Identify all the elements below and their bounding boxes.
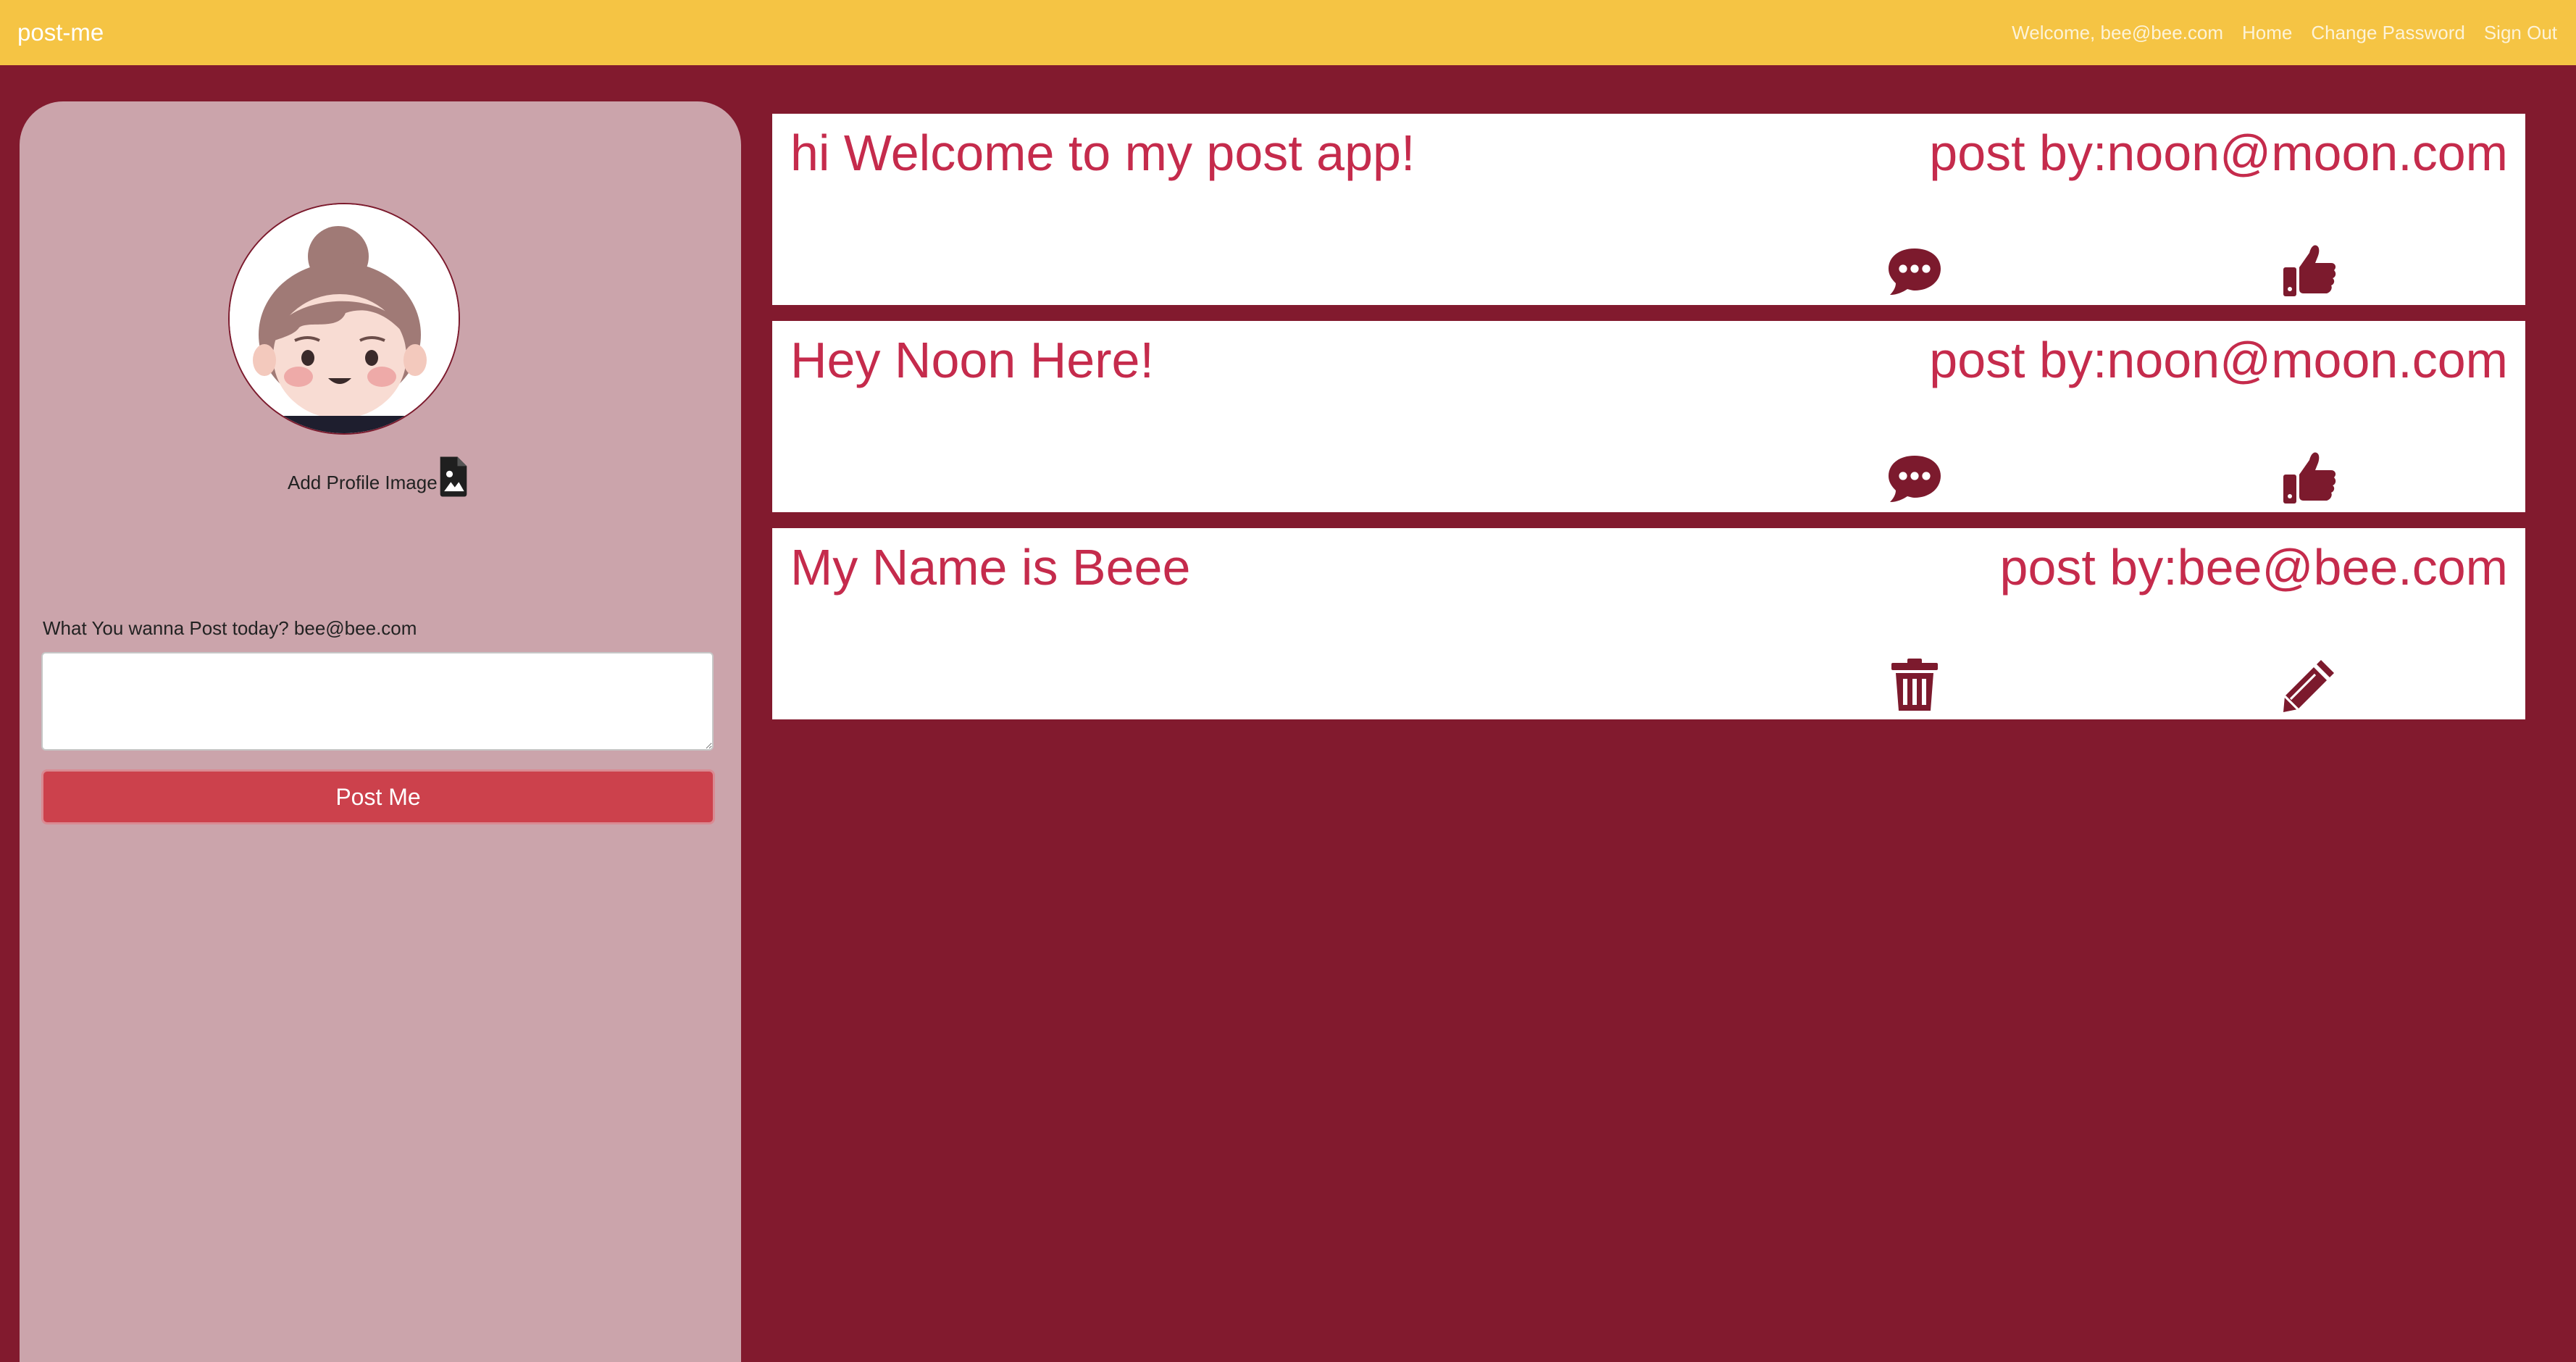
pencil-icon[interactable] — [2280, 656, 2338, 714]
post-prompt-label: What You wanna Post today? bee@bee.com — [43, 617, 417, 639]
welcome-text: Welcome, bee@bee.com — [2012, 21, 2223, 43]
post-author-email: bee@bee.com — [2177, 539, 2508, 596]
comment-icon[interactable] — [1886, 241, 1944, 299]
thumbs-up-icon[interactable] — [2280, 241, 2338, 299]
post-author-prefix: post by: — [1999, 539, 2178, 596]
post-title: hi Welcome to my post app! — [790, 125, 1415, 181]
post-author-email: noon@moon.com — [2107, 332, 2508, 388]
avatar — [228, 203, 460, 435]
post-author: post by:noon@moon.com — [1929, 124, 2508, 182]
nav-home-link[interactable]: Home — [2242, 22, 2292, 44]
avatar-illustration — [230, 204, 459, 433]
thumbs-up-icon[interactable] — [2280, 448, 2338, 506]
post-me-button[interactable]: Post Me — [41, 769, 715, 824]
post-author-email: noon@moon.com — [2107, 125, 2508, 181]
post-author: post by:bee@bee.com — [2000, 538, 2508, 596]
brand-logo[interactable]: post-me — [17, 0, 104, 65]
post-card: hi Welcome to my post app! post by:noon@… — [772, 114, 2525, 305]
add-profile-image-button[interactable]: Add Profile Image — [288, 456, 469, 497]
top-navbar: post-me Welcome, bee@bee.com Home Change… — [0, 0, 2576, 65]
profile-sidebar: Add Profile Image What You wanna Post to… — [20, 101, 741, 1362]
post-textarea[interactable] — [41, 652, 714, 751]
trash-icon[interactable] — [1886, 656, 1944, 714]
post-title: Hey Noon Here! — [790, 332, 1154, 388]
nav-links: Welcome, bee@bee.com Home Change Passwor… — [2012, 0, 2557, 65]
post-title: My Name is Beee — [790, 539, 1191, 596]
comment-icon[interactable] — [1886, 448, 1944, 506]
add-profile-image-label: Add Profile Image — [288, 472, 438, 493]
post-card: My Name is Beee post by:bee@bee.com — [772, 528, 2525, 719]
nav-change-password-link[interactable]: Change Password — [2311, 22, 2464, 44]
post-card: Hey Noon Here! post by:noon@moon.com — [772, 321, 2525, 512]
file-image-icon — [440, 456, 467, 497]
post-author-prefix: post by: — [1929, 332, 2107, 388]
post-author: post by:noon@moon.com — [1929, 331, 2508, 389]
nav-sign-out-link[interactable]: Sign Out — [2484, 22, 2557, 44]
post-author-prefix: post by: — [1929, 125, 2107, 181]
